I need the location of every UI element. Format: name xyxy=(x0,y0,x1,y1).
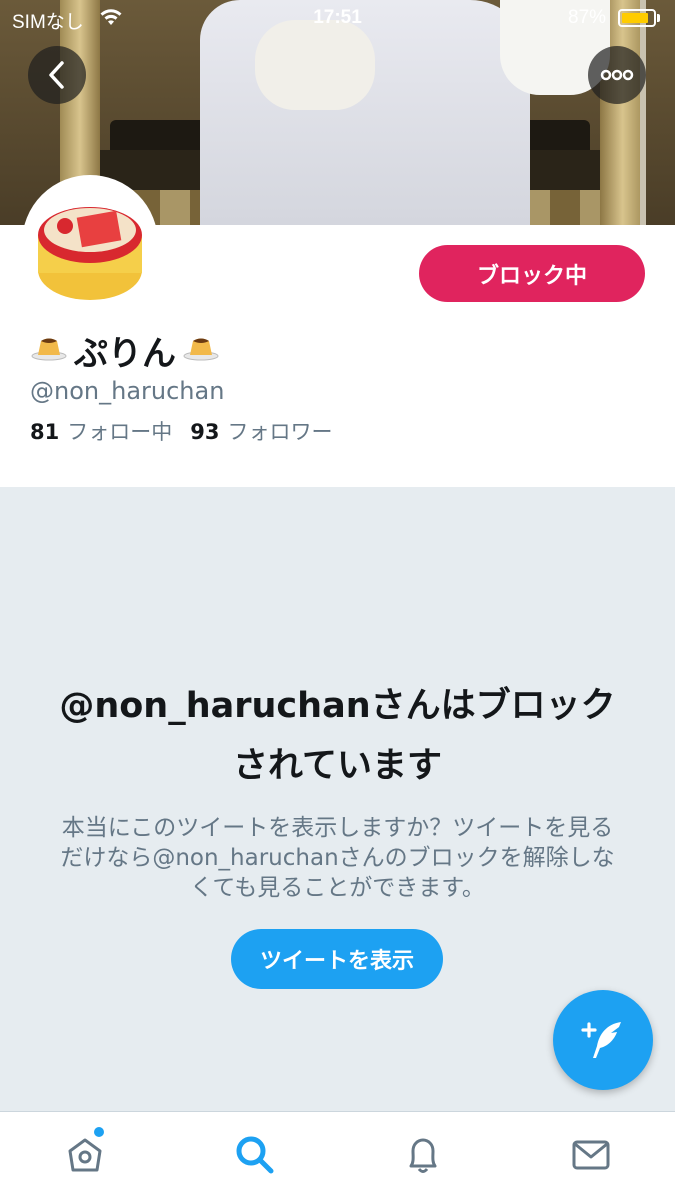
compose-quill-icon xyxy=(581,1022,621,1058)
blocked-description: 本当にこのツイートを表示しますか？ツイートを見るだけなら@non_harucha… xyxy=(60,815,615,901)
bell-icon xyxy=(409,1138,437,1173)
blocked-title: @non_haruchanさんはブロックされています xyxy=(59,686,616,786)
back-button[interactable] xyxy=(28,46,86,104)
search-icon xyxy=(236,1136,274,1174)
following-link[interactable]: 81 フォロー中 xyxy=(30,416,172,446)
avatar-image xyxy=(27,180,153,306)
home-notification-dot xyxy=(94,1127,104,1137)
pudding-icon xyxy=(182,330,220,370)
compose-tweet-button[interactable] xyxy=(553,990,653,1090)
bottom-tab-bar xyxy=(0,1111,675,1201)
following-label: フォロー中 xyxy=(67,420,173,444)
status-bar: SIMなし 17:51 87% xyxy=(0,0,675,38)
followers-label: フォロワー xyxy=(227,420,333,444)
user-handle: @non_haruchan xyxy=(30,377,225,405)
display-name: ぷりん xyxy=(30,328,220,374)
home-icon xyxy=(68,1138,102,1172)
display-name-text: ぷりん xyxy=(74,333,176,374)
followers-link[interactable]: 93 フォロワー xyxy=(190,416,332,446)
battery-icon xyxy=(618,9,656,27)
show-tweets-button[interactable]: ツイートを表示 xyxy=(231,929,443,989)
more-dots-icon xyxy=(600,69,634,81)
battery-percent: 87% xyxy=(568,7,607,28)
tab-messages[interactable] xyxy=(566,1130,616,1180)
tab-notifications[interactable] xyxy=(398,1130,448,1180)
tab-home[interactable] xyxy=(60,1130,110,1180)
follow-counts: 81 フォロー中 93 フォロワー xyxy=(30,416,332,446)
battery-tip xyxy=(657,14,660,22)
chevron-left-icon xyxy=(49,61,64,89)
following-count: 81 xyxy=(30,420,60,444)
blocking-button[interactable]: ブロック中 xyxy=(419,245,645,302)
more-options-button[interactable] xyxy=(588,46,646,104)
tab-search[interactable] xyxy=(230,1130,280,1180)
followers-count: 93 xyxy=(190,420,220,444)
mail-icon xyxy=(572,1140,610,1170)
battery-fill xyxy=(622,13,648,23)
pudding-icon xyxy=(30,330,68,370)
avatar[interactable] xyxy=(22,175,158,311)
